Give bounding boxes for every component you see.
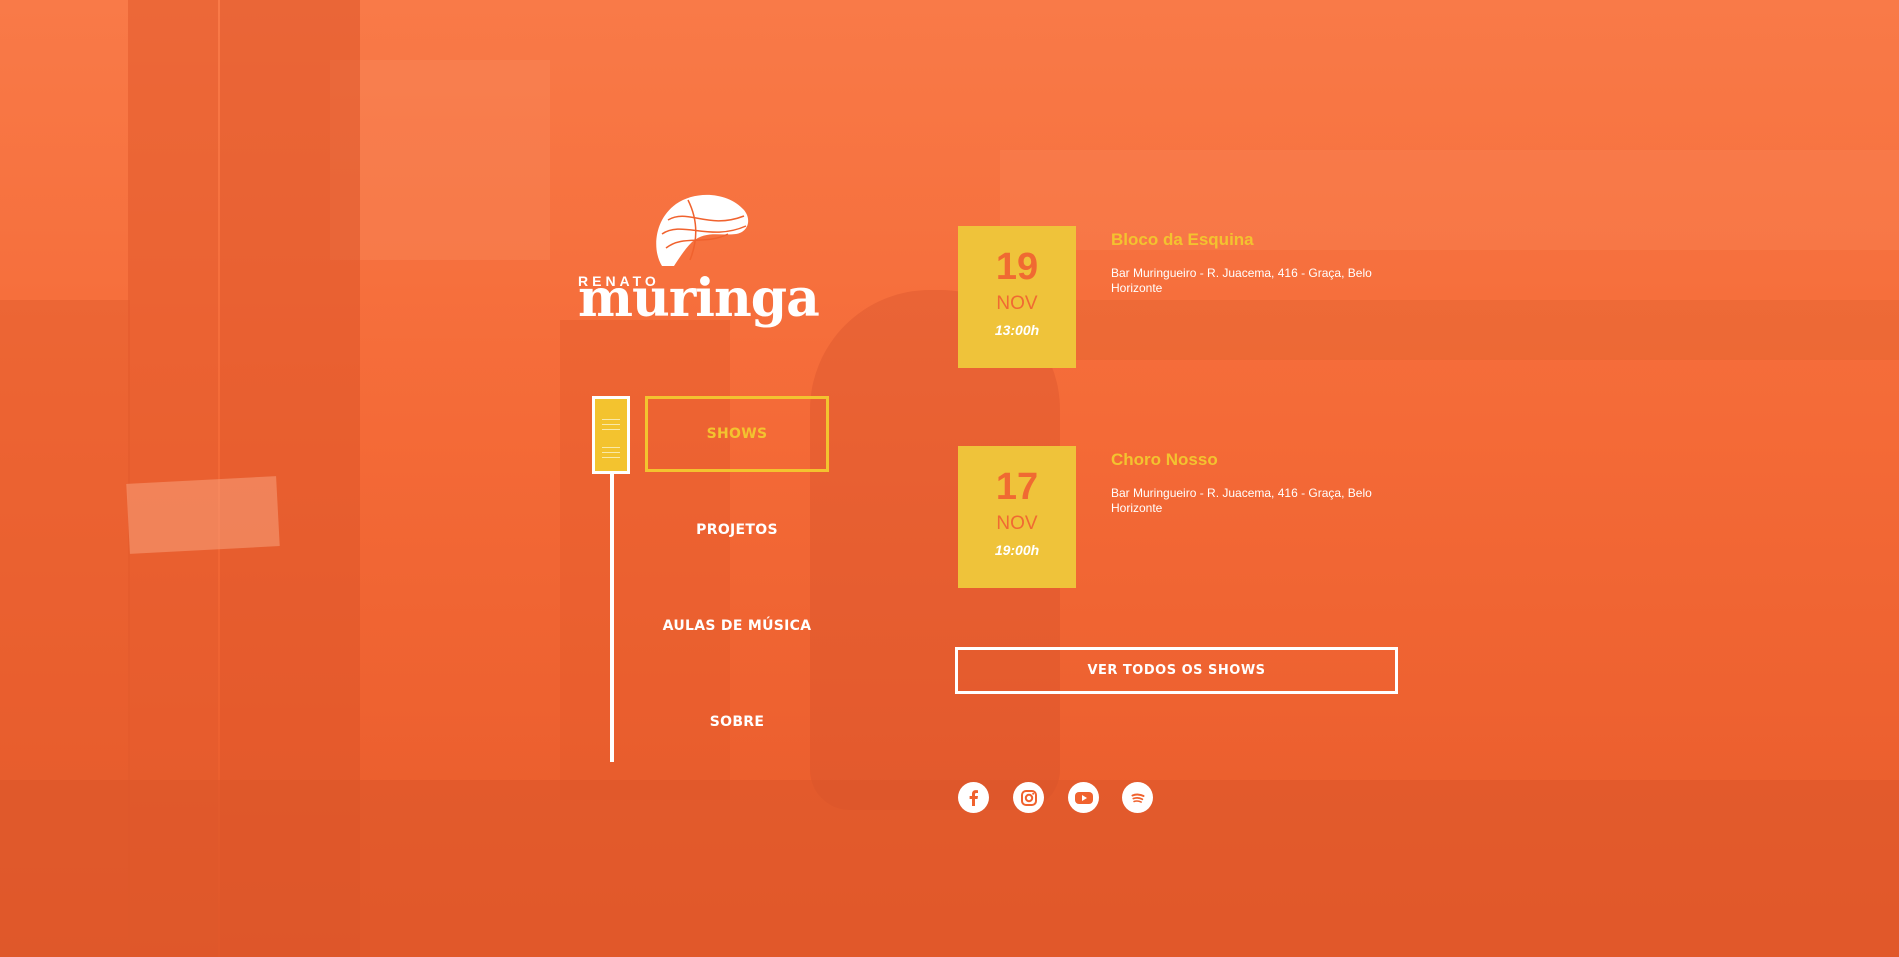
nav-position-marker <box>592 396 630 474</box>
show-month: NOV <box>996 513 1038 534</box>
show-address: Bar Muringueiro - R. Juacema, 416 - Graç… <box>1111 266 1372 295</box>
see-all-shows-button[interactable]: VER TODOS OS SHOWS <box>955 647 1398 694</box>
site-logo[interactable]: RENATO muringa <box>578 190 828 330</box>
logo-last-name: muringa <box>578 268 820 329</box>
show-date-box: 17 NOV 19:00h <box>958 446 1076 588</box>
show-day: 19 <box>995 246 1039 288</box>
logo-mark-icon <box>656 194 749 266</box>
show-time: 13:00h <box>994 322 1040 338</box>
nav-item-aulas[interactable]: AULAS DE MÚSICA <box>645 588 829 664</box>
show-title[interactable]: Bloco da Esquina <box>1111 230 1254 250</box>
nav-item-projetos[interactable]: PROJETOS <box>645 492 829 568</box>
show-day: 17 <box>995 466 1039 508</box>
nav-item-sobre[interactable]: SOBRE <box>645 684 829 760</box>
facebook-icon[interactable] <box>958 782 989 813</box>
show-address: Bar Muringueiro - R. Juacema, 416 - Graç… <box>1111 486 1372 515</box>
background-photo <box>0 0 1899 957</box>
show-card[interactable]: 17 NOV 19:00h Choro Nosso Bar Muringueir… <box>958 446 1458 591</box>
nav-item-shows[interactable]: SHOWS <box>645 396 829 472</box>
show-card[interactable]: 19 NOV 13:00h Bloco da Esquina Bar Murin… <box>958 226 1458 371</box>
youtube-icon[interactable] <box>1068 782 1099 813</box>
show-date-box: 19 NOV 13:00h <box>958 226 1076 368</box>
nav-rail <box>610 470 614 762</box>
instagram-icon[interactable] <box>1013 782 1044 813</box>
show-month: NOV <box>996 293 1038 314</box>
show-time: 19:00h <box>994 542 1040 558</box>
spotify-icon[interactable] <box>1122 782 1153 813</box>
show-title[interactable]: Choro Nosso <box>1111 450 1218 470</box>
